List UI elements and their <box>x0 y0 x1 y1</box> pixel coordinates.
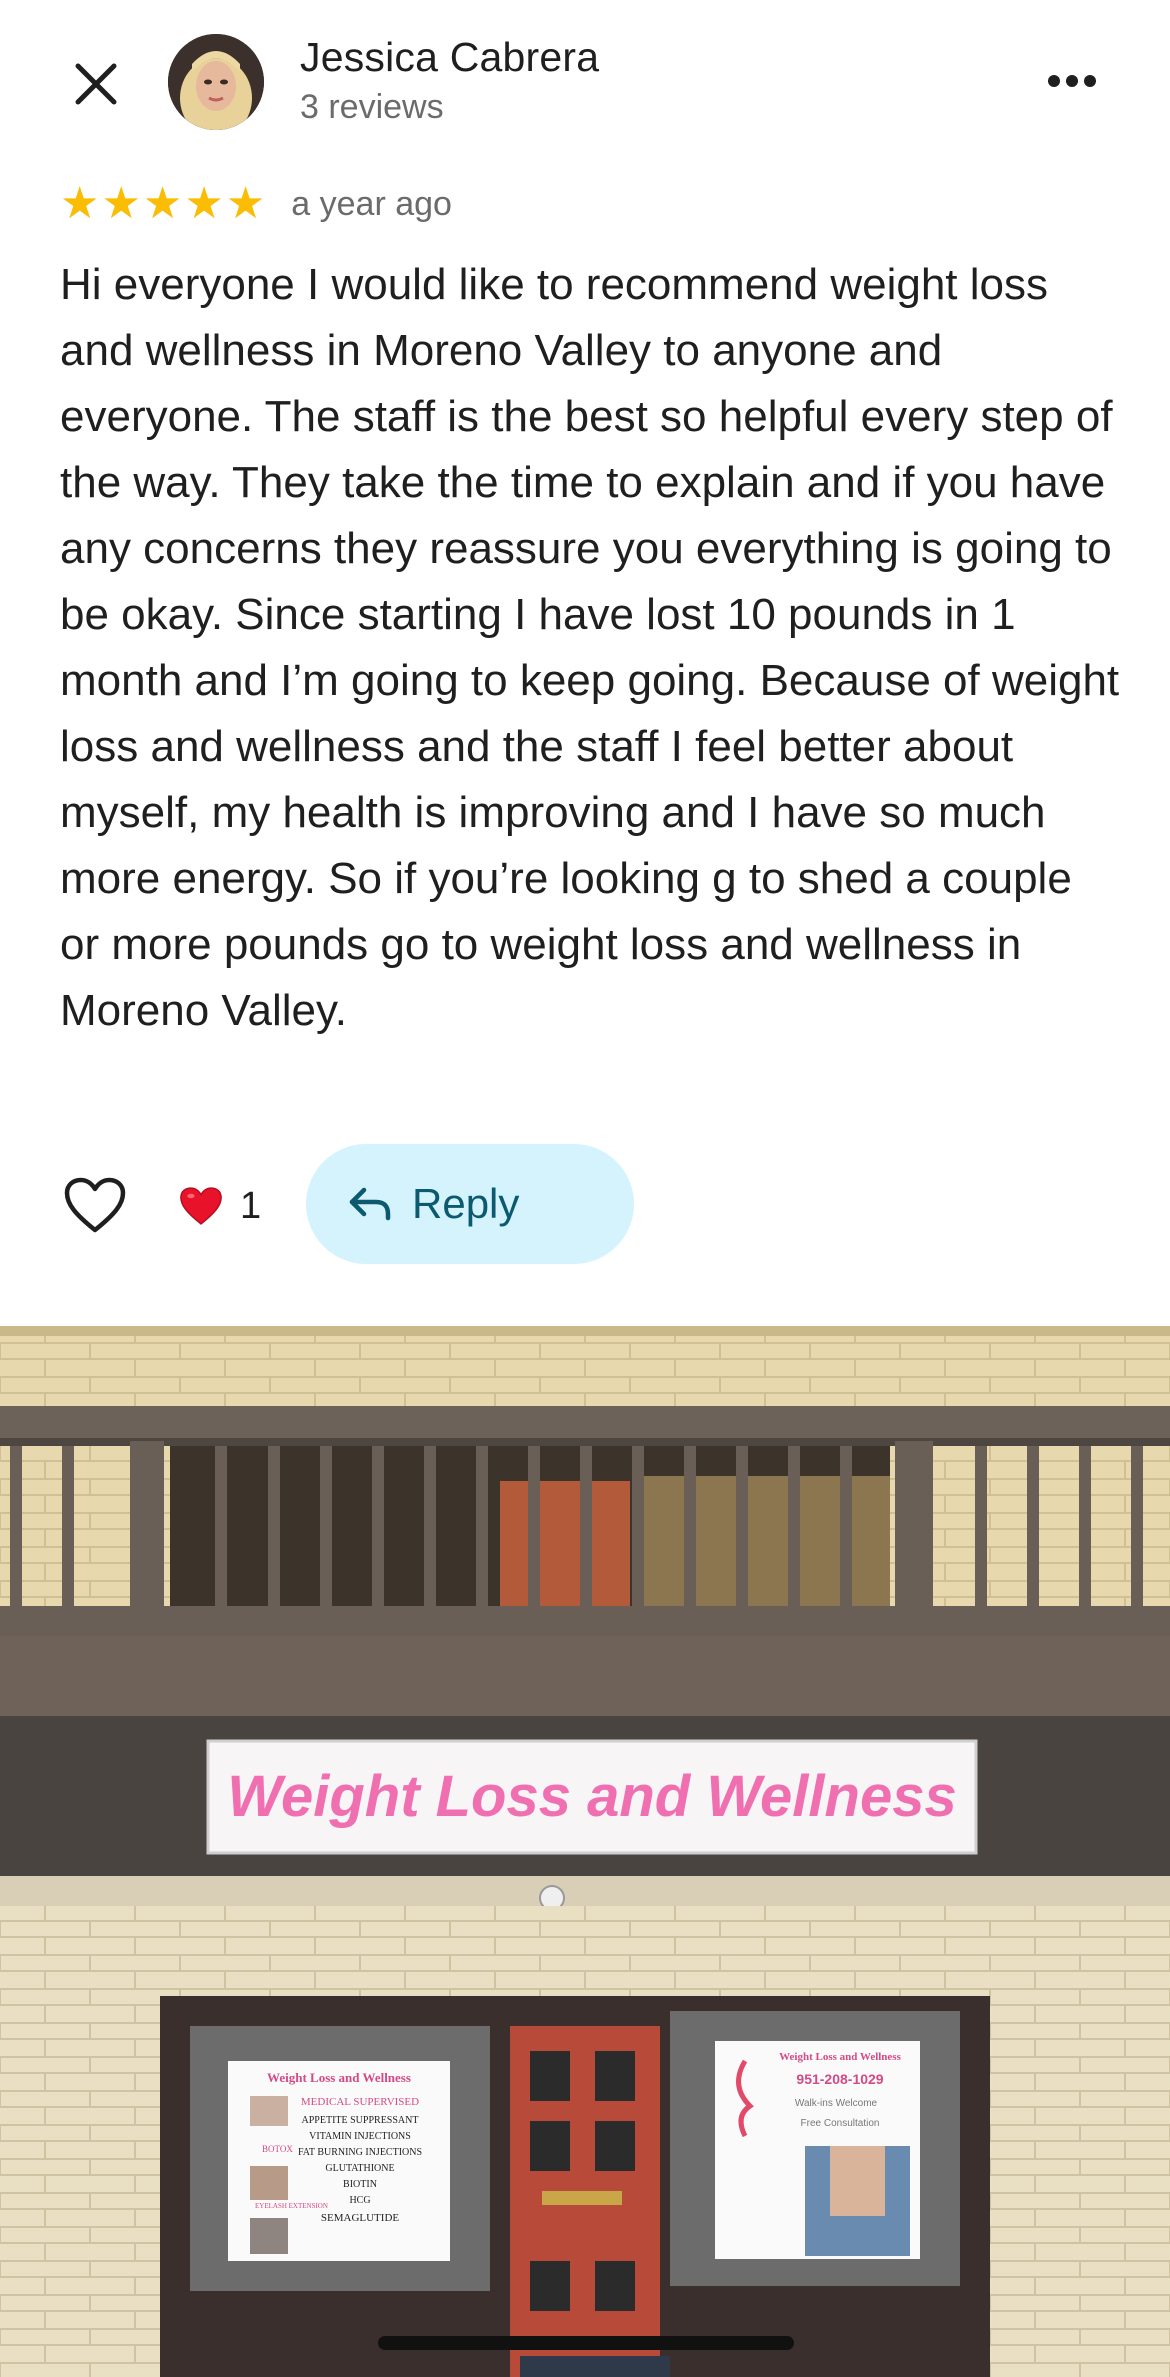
svg-text:BIOTIN: BIOTIN <box>343 2179 377 2190</box>
more-horizontal-icon <box>1048 75 1060 87</box>
more-options-button[interactable] <box>1036 56 1108 106</box>
svg-text:FAT BURNING INJECTIONS: FAT BURNING INJECTIONS <box>298 2147 422 2158</box>
svg-text:EYELASH EXTENSION: EYELASH EXTENSION <box>255 2202 328 2210</box>
author-review-count: 3 reviews <box>300 88 444 126</box>
heart-outline-icon <box>64 1177 126 1233</box>
star-rating: ★ ★ ★ ★ ★ <box>60 182 265 226</box>
svg-text:Weight Loss and Wellness: Weight Loss and Wellness <box>779 2051 901 2063</box>
home-indicator <box>378 2336 794 2350</box>
svg-text:Walk-ins Welcome: Walk-ins Welcome <box>795 2098 878 2109</box>
review-date: a year ago <box>291 184 452 223</box>
svg-text:HCG: HCG <box>349 2195 370 2206</box>
close-icon <box>75 63 117 105</box>
star-icon: ★ <box>225 179 266 228</box>
sign-text: Weight Loss and Wellness <box>227 1764 956 1829</box>
reply-label: Reply <box>412 1180 520 1227</box>
svg-text:APPETITE SUPPRESSANT: APPETITE SUPPRESSANT <box>302 2115 419 2126</box>
review-actions: 1 Reply <box>58 1144 1138 1264</box>
star-icon: ★ <box>101 179 141 228</box>
svg-text:MEDICAL SUPERVISED: MEDICAL SUPERVISED <box>301 2096 419 2108</box>
svg-text:SEMAGLUTIDE: SEMAGLUTIDE <box>321 2212 399 2224</box>
svg-text:VITAMIN INJECTIONS: VITAMIN INJECTIONS <box>309 2131 411 2142</box>
svg-text:Free Consultation: Free Consultation <box>801 2118 880 2129</box>
avatar[interactable] <box>168 34 264 130</box>
star-icon: ★ <box>60 179 100 228</box>
svg-text:951-208-1029: 951-208-1029 <box>796 2071 883 2087</box>
red-heart-icon <box>180 1187 222 1225</box>
like-button[interactable] <box>58 1168 132 1242</box>
author-name[interactable]: Jessica Cabrera <box>300 34 599 81</box>
storefront-image: Weight Loss and Wellness Weight Loss and… <box>0 1326 1170 2377</box>
star-icon: ★ <box>184 179 224 228</box>
reply-arrow-icon <box>349 1187 391 1221</box>
star-icon: ★ <box>142 179 183 228</box>
review-text: Hi everyone I would like to recommend we… <box>60 260 1120 1035</box>
svg-text:Weight Loss and Wellness: Weight Loss and Wellness <box>267 2070 411 2085</box>
review-photo[interactable]: Weight Loss and Wellness Weight Loss and… <box>0 1326 1170 2377</box>
svg-text:GLUTATHIONE: GLUTATHIONE <box>325 2163 394 2174</box>
reaction-summary[interactable]: 1 <box>178 1178 261 1234</box>
review-header: Jessica Cabrera 3 reviews <box>0 0 1170 170</box>
svg-text:BOTOX: BOTOX <box>262 2144 293 2154</box>
reply-button[interactable]: Reply <box>306 1144 634 1264</box>
reaction-count: 1 <box>240 1184 262 1227</box>
close-button[interactable] <box>58 46 134 122</box>
rating-row: ★ ★ ★ ★ ★ a year ago <box>60 176 452 232</box>
